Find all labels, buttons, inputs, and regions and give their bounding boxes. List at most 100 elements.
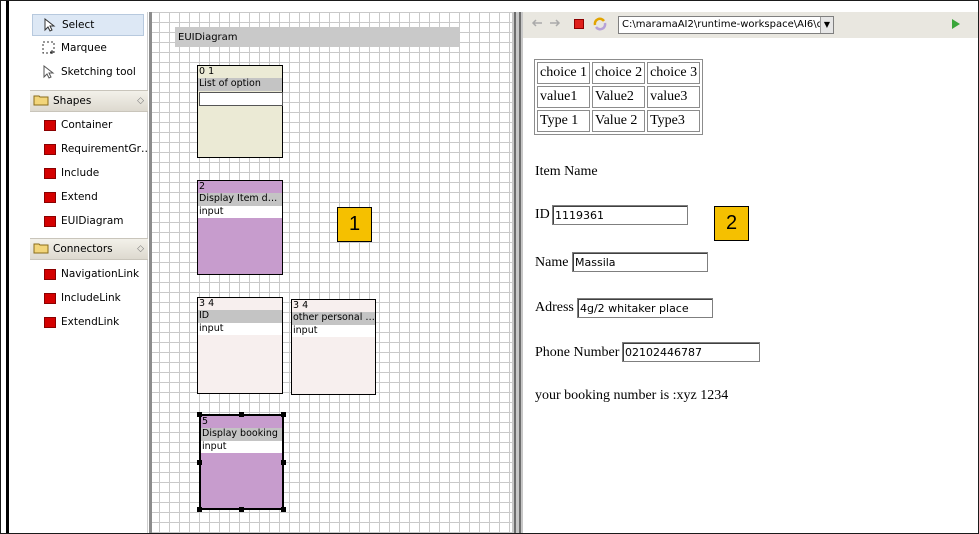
back-arrow-icon[interactable] [531, 17, 543, 32]
resize-handle[interactable] [239, 412, 244, 417]
shape-icon [44, 167, 56, 179]
resize-handle[interactable] [197, 460, 202, 465]
chevron-down-icon[interactable]: ▼ [820, 17, 833, 33]
sash-line [514, 12, 516, 533]
diagram-node-other-personal[interactable]: 3 4 other personal … input [291, 299, 376, 395]
table-cell: choice 2 [592, 62, 646, 84]
table-cell: Value2 [592, 86, 646, 108]
id-input[interactable]: 1119361 [552, 205, 688, 225]
table-cell: value1 [537, 86, 591, 108]
palette-drawer-connectors[interactable]: Connectors ◇ [30, 238, 148, 260]
collapse-icon[interactable]: ◇ [137, 244, 144, 254]
table-cell: Value 2 [592, 110, 646, 132]
palette-tool-label: Marquee [61, 42, 107, 54]
name-label: Name [535, 255, 569, 270]
node-number: 2 [199, 181, 206, 192]
connector-icon [44, 292, 56, 304]
marquee-icon [42, 41, 56, 55]
shape-icon [44, 119, 56, 131]
browser-view: C:\maramaAI2\runtime-workspace\AI6\dia ▼… [523, 12, 978, 533]
resize-handle[interactable] [197, 507, 202, 512]
palette-item-label: Extend [61, 191, 98, 203]
node-io-field: input [198, 323, 282, 335]
palette-item-label: ExtendLink [61, 316, 120, 328]
split-sash[interactable] [512, 12, 523, 533]
item-name-label: Item Name [535, 164, 598, 179]
table-cell: choice 1 [537, 62, 591, 84]
resize-handle[interactable] [239, 507, 244, 512]
booking-number-text: your booking number is :xyz 1234 [535, 388, 729, 403]
resize-handle[interactable] [281, 460, 286, 465]
refresh-icon[interactable] [592, 16, 608, 35]
palette-tool-label: Select [62, 19, 95, 31]
palette-item-label: Container [61, 119, 113, 131]
node-label: List of option [198, 78, 282, 91]
url-field[interactable]: C:\maramaAI2\runtime-workspace\AI6\dia ▼ [618, 16, 834, 34]
name-input[interactable]: Massila [572, 252, 708, 272]
browser-toolbar: C:\maramaAI2\runtime-workspace\AI6\dia ▼ [523, 12, 978, 38]
sash-line [519, 12, 521, 533]
phone-number-label: Phone Number [535, 345, 620, 360]
diagram-canvas[interactable]: EUIDiagram 0 1 List of option 2 Display … [149, 12, 512, 533]
table-row: value1 Value2 value3 [537, 86, 701, 108]
node-label: ID [198, 310, 282, 323]
palette-tool-sketching[interactable]: Sketching tool [32, 61, 144, 83]
table-cell: choice 3 [647, 62, 701, 84]
palette-tool-label: Sketching tool [61, 66, 136, 78]
go-play-icon[interactable] [951, 18, 961, 33]
stop-icon[interactable] [574, 19, 584, 29]
table-cell: Type 1 [537, 110, 591, 132]
drawer-label: Shapes [53, 95, 92, 107]
palette-item-label: Include [61, 167, 100, 179]
diagram-node-id[interactable]: 3 4 ID input [197, 297, 283, 394]
collapse-icon[interactable]: ◇ [137, 96, 144, 106]
palette-tool-select[interactable]: Select [32, 14, 144, 36]
choices-table: choice 1 choice 2 choice 3 value1 Value2 valu… [534, 59, 704, 135]
node-number: 0 1 [199, 66, 215, 77]
palette-item-label: EUIDiagram [61, 215, 124, 227]
folder-icon [33, 94, 49, 109]
palette-drawer-shapes[interactable]: Shapes ◇ [30, 90, 148, 112]
drawer-label: Connectors [53, 243, 113, 255]
diagram-node-display-booking[interactable]: 5 Display booking input [199, 414, 284, 510]
resize-handle[interactable] [281, 412, 286, 417]
palette-shape-container[interactable]: Container [30, 114, 148, 136]
sketch-arrow-icon [42, 65, 56, 79]
callout-badge: 1 [337, 207, 372, 242]
folder-icon [33, 242, 49, 257]
palette-shape-requirementgroup[interactable]: RequirementGr… [30, 138, 148, 160]
diagram-node-list-of-option[interactable]: 0 1 List of option [197, 65, 283, 158]
adress-input[interactable]: 4g/2 whitaker place [577, 298, 713, 318]
resize-handle[interactable] [281, 507, 286, 512]
palette-shape-extend[interactable]: Extend [30, 186, 148, 208]
shape-icon [44, 143, 56, 155]
node-label: Display booking [201, 428, 282, 441]
palette-connector-navigationlink[interactable]: NavigationLink [30, 263, 148, 285]
node-number: 3 4 [199, 298, 215, 309]
node-io-field [199, 92, 283, 106]
forward-arrow-icon[interactable] [549, 17, 561, 32]
palette-connector-extendlink[interactable]: ExtendLink [30, 311, 148, 333]
palette-shape-include[interactable]: Include [30, 162, 148, 184]
connector-icon [44, 316, 56, 328]
tool-palette: Select Marquee Sketching tool Shapes ◇ C… [30, 12, 148, 533]
palette-item-label: NavigationLink [61, 268, 140, 280]
palette-connector-includelink[interactable]: IncludeLink [30, 287, 148, 309]
table-cell: value3 [647, 86, 701, 108]
node-label: Display Item detail [198, 193, 282, 206]
url-text: C:\maramaAI2\runtime-workspace\AI6\dia [622, 19, 832, 30]
table-cell: Type3 [647, 110, 701, 132]
table-row: choice 1 choice 2 choice 3 [537, 62, 701, 84]
arrow-select-icon [43, 18, 57, 32]
diagram-node-display-item-detail[interactable]: 2 Display Item detail input [197, 180, 283, 275]
id-label: ID [535, 207, 550, 222]
palette-shape-euidiagram[interactable]: EUIDiagram [30, 210, 148, 232]
left-border [6, 1, 9, 533]
phone-number-input[interactable]: 02102446787 [622, 342, 760, 362]
node-number: 3 4 [293, 300, 309, 311]
palette-tool-marquee[interactable]: Marquee [32, 37, 144, 59]
connector-icon [44, 268, 56, 280]
resize-handle[interactable] [197, 412, 202, 417]
canvas-left-edge [151, 12, 152, 533]
callout-badge: 2 [714, 206, 749, 241]
